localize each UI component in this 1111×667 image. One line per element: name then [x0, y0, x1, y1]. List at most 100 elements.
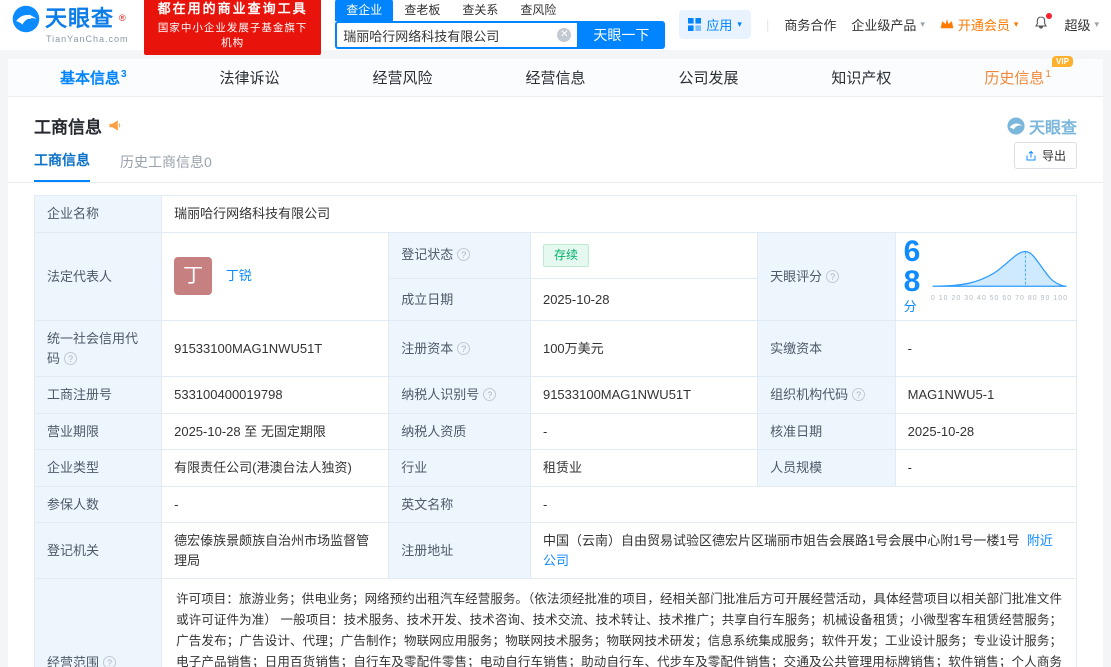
field-label-business-term: 营业期限: [33, 412, 163, 450]
field-label-staff-size: 人员规模: [757, 449, 896, 487]
tab-operation-info[interactable]: 经营信息: [519, 67, 591, 88]
vip-tag: VIP: [1052, 56, 1073, 67]
field-value-approval-date: 2025-10-28: [894, 412, 1078, 450]
table-row: 法定代表人 丁 丁锐 登记状态? 存续 天眼评分? 68分 0 10 20 30…: [33, 231, 1078, 321]
announcement-horn-icon[interactable]: [108, 118, 123, 133]
field-label-registry-authority: 登记机关: [33, 522, 163, 579]
field-label-reg-number: 工商注册号: [33, 376, 163, 414]
field-label-reg-status: 登记状态?: [388, 231, 531, 279]
field-value-reg-number: 533100400019798: [161, 376, 390, 414]
search-box: ✕: [335, 21, 578, 49]
export-label: 导出: [1041, 149, 1066, 163]
notifications-bell[interactable]: [1033, 12, 1053, 34]
search-area: 查企业 查老板 查关系 查风险 ✕ 天眼一下: [335, 0, 666, 49]
field-value-company-type: 有限责任公司(港澳台法人独资): [161, 449, 390, 487]
legal-rep-link[interactable]: 丁锐: [226, 268, 252, 283]
info-icon[interactable]: ?: [64, 351, 78, 365]
tab-operation-risk-label: 经营风险: [372, 70, 433, 87]
field-label-business-scope: 经营范围?: [33, 578, 163, 667]
subtab-business-info[interactable]: 工商信息: [34, 150, 90, 182]
logo-title: 天眼查: [45, 5, 115, 31]
subtab-history-business-info[interactable]: 历史工商信息0: [120, 152, 212, 182]
field-value-score[interactable]: 68分 0 10 20 30 40 50 60 70 80 90 100: [894, 231, 1078, 321]
field-label-english-name: 英文名称: [388, 485, 531, 523]
field-label-score: 天眼评分?: [757, 231, 896, 321]
company-detail-card: 基本信息3 法律诉讼 经营风险 经营信息 公司发展 知识产权 历史信息1 VIP…: [8, 56, 1103, 667]
status-badge: 存续: [542, 243, 589, 267]
chevron-down-icon: ▾: [1013, 18, 1019, 29]
open-vip-menu[interactable]: 开通会员 ▾: [940, 15, 1019, 34]
search-tab-company[interactable]: 查企业: [335, 0, 394, 21]
tab-company-development[interactable]: 公司发展: [672, 67, 744, 88]
apps-label: 应用: [706, 17, 733, 33]
business-info-table: 企业名称 瑞丽哈行网络科技有限公司 法定代表人 丁 丁锐 登记状态? 存续 天眼…: [33, 195, 1078, 667]
table-row: 统一社会信用代码? 91533100MAG1NWU51T 注册资本? 100万美…: [33, 320, 1078, 377]
grid-icon: [688, 17, 702, 31]
export-icon: [1026, 150, 1036, 160]
tab-intellectual-property[interactable]: 知识产权: [825, 67, 897, 88]
field-label-credit-code: 统一社会信用代码?: [33, 320, 163, 377]
table-row: 营业期限 2025-10-28 至 无固定期限 纳税人资质 - 核准日期 202…: [33, 412, 1078, 450]
score-axis-labels: 0 10 20 30 40 50 60 70 80 90 100: [930, 294, 1068, 302]
field-value-taxpayer-quality: -: [529, 412, 759, 450]
field-value-staff-size: -: [894, 449, 1078, 487]
info-icon[interactable]: ?: [103, 655, 117, 667]
search-tab-risk[interactable]: 查风险: [509, 0, 567, 21]
field-value-reg-status: 存续: [529, 231, 759, 279]
table-row: 企业类型 有限责任公司(港澳台法人独资) 行业 租赁业 人员规模 -: [33, 449, 1078, 487]
info-icon[interactable]: ?: [852, 388, 866, 401]
table-row: 企业名称 瑞丽哈行网络科技有限公司: [33, 195, 1077, 233]
score-number: 68: [903, 234, 921, 298]
clear-search-icon[interactable]: ✕: [557, 28, 572, 42]
chevron-down-icon: ▾: [737, 18, 742, 29]
info-icon[interactable]: ?: [457, 248, 471, 262]
header-nav: 应用 ▾ | 商务合作 企业级产品 ▾ 开通会员 ▾ 超级 ▾: [679, 9, 1099, 39]
info-icon[interactable]: ?: [826, 269, 840, 283]
apps-menu[interactable]: 应用 ▾: [679, 9, 751, 39]
search-tab-relation[interactable]: 查关系: [451, 0, 509, 21]
tab-operation-risk[interactable]: 经营风险: [367, 67, 439, 88]
account-label: 超级: [1064, 17, 1091, 33]
notification-dot: [1046, 12, 1053, 19]
promo-line2: 国家中小企业发展子基金旗下机构: [157, 22, 308, 49]
field-value-business-term: 2025-10-28 至 无固定期限: [161, 412, 390, 450]
open-vip-label: 开通会员: [957, 17, 1010, 33]
field-value-reg-address: 中国（云南）自由贸易试验区德宏片区瑞丽市姐告会展路1号会展中心附1号一楼1号 附…: [529, 522, 1078, 579]
tab-history-info[interactable]: 历史信息1 VIP: [978, 56, 1073, 88]
info-icon[interactable]: ?: [457, 341, 471, 355]
tab-basic-info[interactable]: 基本信息3: [54, 67, 133, 88]
field-value-business-scope: 许可项目：旅游业务；供电业务；网络预约出租汽车经营服务。（依法须经批准的项目，经…: [161, 578, 1077, 667]
search-tab-boss[interactable]: 查老板: [393, 0, 451, 21]
logo-subtitle: TianYanCha.com: [46, 33, 129, 44]
export-button[interactable]: 导出: [1013, 142, 1077, 169]
chevron-down-icon: ▾: [920, 18, 925, 29]
tab-badge: 1: [1045, 69, 1051, 80]
field-value-english-name: -: [529, 485, 1078, 523]
search-button[interactable]: 天眼一下: [577, 21, 666, 49]
tianyancha-logo[interactable]: 天眼查 ® TianYanCha.com: [12, 5, 130, 44]
info-icon[interactable]: ?: [483, 388, 497, 401]
field-label-company-name: 企业名称: [33, 195, 163, 233]
enterprise-products-menu[interactable]: 企业级产品 ▾: [851, 15, 925, 34]
section-header: 工商信息 天眼查: [8, 97, 1103, 142]
field-value-company-name: 瑞丽哈行网络科技有限公司: [161, 195, 1077, 233]
tab-legal-litigation[interactable]: 法律诉讼: [214, 67, 286, 88]
field-label-approval-date: 核准日期: [757, 412, 896, 450]
field-value-credit-code: 91533100MAG1NWU51T: [161, 320, 390, 377]
field-value-taxpayer-id: 91533100MAG1NWU51T: [529, 376, 759, 414]
field-label-company-type: 企业类型: [33, 449, 163, 487]
field-label-reg-address: 注册地址: [388, 522, 531, 579]
tianyancha-watermark-icon: [1007, 116, 1025, 135]
field-label-legal-rep: 法定代表人: [33, 231, 163, 321]
account-menu[interactable]: 超级 ▾: [1064, 15, 1099, 34]
tab-company-development-label: 公司发展: [678, 70, 739, 87]
legal-rep-avatar[interactable]: 丁: [174, 257, 213, 296]
logo-registered-mark: ®: [119, 13, 126, 23]
search-input[interactable]: [343, 27, 558, 43]
table-row: 参保人数 - 英文名称 -: [33, 485, 1078, 523]
field-value-registry-authority: 德宏傣族景颇族自治州市场监督管理局: [161, 522, 390, 579]
promo-banner: 都在用的商业查询工具 国家中小企业发展子基金旗下机构: [144, 0, 322, 55]
tab-operation-info-label: 经营信息: [525, 70, 586, 87]
business-cooperation-link[interactable]: 商务合作: [784, 15, 836, 34]
table-row: 登记机关 德宏傣族景颇族自治州市场监督管理局 注册地址 中国（云南）自由贸易试验…: [33, 522, 1078, 579]
